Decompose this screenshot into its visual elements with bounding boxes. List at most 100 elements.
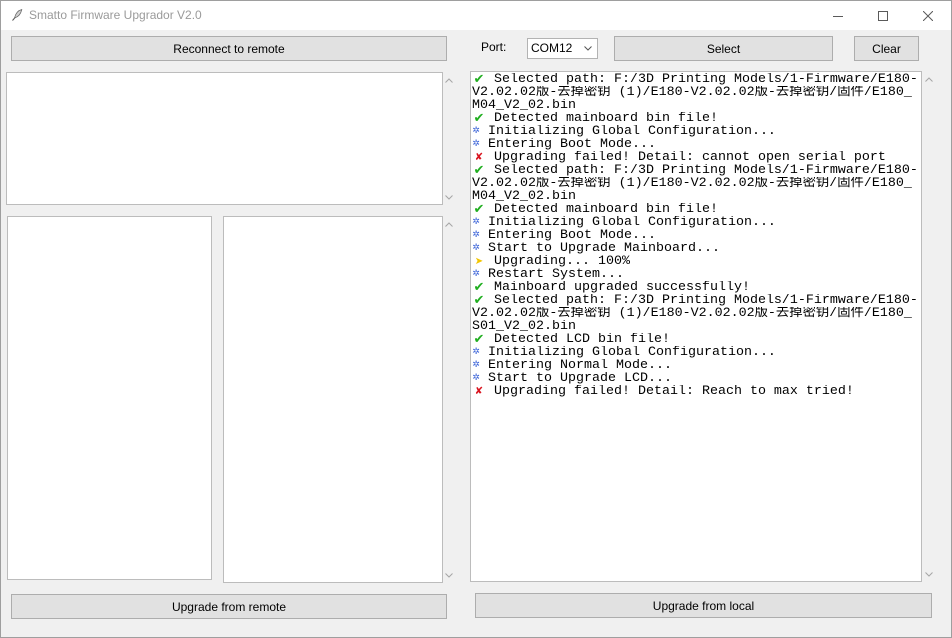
minimize-button[interactable] bbox=[815, 1, 860, 30]
log-entry: Selected path: F:/3D Printing Models/1-F… bbox=[472, 73, 921, 112]
check-icon bbox=[472, 333, 486, 346]
log-line: Selected path: F:/3D Printing Models/1-F… bbox=[494, 73, 918, 86]
select-button[interactable]: Select bbox=[614, 36, 833, 61]
log-line: Start to Upgrade LCD... bbox=[488, 372, 672, 385]
log-content: Selected path: F:/3D Printing Models/1-F… bbox=[472, 73, 921, 581]
upgrade-local-button[interactable]: Upgrade from local bbox=[475, 593, 932, 618]
remote-list-right[interactable] bbox=[223, 216, 443, 583]
log-entry: Initializing Global Configuration... bbox=[472, 216, 921, 229]
log-line: V2.02.02版-去掉密钥 (1)/E180-V2.02.02版-去掉密钥/固… bbox=[472, 86, 912, 99]
log-entry: Upgrading failed! Detail: cannot open se… bbox=[472, 151, 921, 164]
chevron-up-icon bbox=[925, 76, 933, 82]
chevron-down-icon bbox=[445, 194, 453, 200]
scroll-up-button[interactable] bbox=[443, 216, 455, 232]
window-title: Smatto Firmware Upgrador V2.0 bbox=[29, 8, 202, 22]
log-line: Entering Boot Mode... bbox=[488, 229, 656, 242]
chevron-up-icon bbox=[445, 77, 453, 83]
log-entry: Initializing Global Configuration... bbox=[472, 125, 921, 138]
log-line: Detected mainboard bin file! bbox=[494, 203, 718, 216]
reconnect-remote-button[interactable]: Reconnect to remote bbox=[11, 36, 447, 61]
feather-icon bbox=[12, 9, 23, 21]
log-entry: Selected path: F:/3D Printing Models/1-F… bbox=[472, 164, 921, 203]
title-bar[interactable]: Smatto Firmware Upgrador V2.0 bbox=[1, 1, 951, 30]
log-entry: Selected path: F:/3D Printing Models/1-F… bbox=[472, 294, 921, 333]
log-line: M04_V2_02.bin bbox=[472, 190, 576, 203]
log-entry: Restart System... bbox=[472, 268, 921, 281]
log-line: Selected path: F:/3D Printing Models/1-F… bbox=[494, 294, 918, 307]
remote-list-scrollbar[interactable] bbox=[443, 216, 455, 583]
check-icon bbox=[472, 112, 486, 125]
log-entry: Entering Normal Mode... bbox=[472, 359, 921, 372]
port-label: Port: bbox=[481, 40, 507, 54]
check-icon bbox=[472, 281, 486, 294]
cross-icon bbox=[472, 151, 486, 164]
log-line: Detected mainboard bin file! bbox=[494, 112, 718, 125]
check-icon bbox=[472, 164, 486, 177]
log-line: Initializing Global Configuration... bbox=[488, 346, 776, 359]
minimize-icon bbox=[832, 15, 843, 17]
remote-list-left[interactable] bbox=[7, 216, 212, 580]
log-entry: Mainboard upgraded successfully! bbox=[472, 281, 921, 294]
log-scrollbar[interactable] bbox=[922, 71, 936, 582]
gear-icon bbox=[472, 372, 480, 385]
app-window: Smatto Firmware Upgrador V2.0 Reconnect … bbox=[0, 0, 952, 638]
log-entry: Detected mainboard bin file! bbox=[472, 203, 921, 216]
upgrade-remote-button[interactable]: Upgrade from remote bbox=[11, 594, 447, 619]
gear-icon bbox=[472, 346, 480, 359]
maximize-icon bbox=[877, 10, 888, 21]
log-entry: Entering Boot Mode... bbox=[472, 229, 921, 242]
check-icon bbox=[472, 73, 486, 86]
maximize-button[interactable] bbox=[860, 1, 905, 30]
scroll-up-button[interactable] bbox=[443, 72, 455, 88]
log-entry: Detected LCD bin file! bbox=[472, 333, 921, 346]
log-line: Selected path: F:/3D Printing Models/1-F… bbox=[494, 164, 918, 177]
gear-icon bbox=[472, 359, 480, 372]
log-line: Start to Upgrade Mainboard... bbox=[488, 242, 720, 255]
scroll-down-button[interactable] bbox=[443, 189, 455, 205]
port-select-value: COM12 bbox=[531, 41, 573, 55]
log-line: Entering Boot Mode... bbox=[488, 138, 656, 151]
log-line: Entering Normal Mode... bbox=[488, 359, 672, 372]
scroll-up-button[interactable] bbox=[922, 71, 936, 87]
arrow-right-icon bbox=[472, 255, 486, 268]
gear-icon bbox=[472, 125, 480, 138]
remote-info-text[interactable] bbox=[6, 72, 443, 205]
scroll-down-button[interactable] bbox=[922, 566, 936, 582]
log-line: Detected LCD bin file! bbox=[494, 333, 670, 346]
log-line: Restart System... bbox=[488, 268, 624, 281]
remote-info-scrollbar[interactable] bbox=[443, 72, 455, 205]
chevron-down-icon bbox=[584, 46, 592, 51]
log-entry: Upgrading failed! Detail: Reach to max t… bbox=[472, 385, 921, 398]
log-output[interactable]: Selected path: F:/3D Printing Models/1-F… bbox=[470, 71, 922, 582]
log-entry: Entering Boot Mode... bbox=[472, 138, 921, 151]
gear-icon bbox=[472, 268, 480, 281]
close-button[interactable] bbox=[905, 1, 950, 30]
clear-button[interactable]: Clear bbox=[854, 36, 919, 61]
close-icon bbox=[922, 10, 933, 21]
log-line: Upgrading failed! Detail: Reach to max t… bbox=[494, 385, 854, 398]
log-line: Initializing Global Configuration... bbox=[488, 125, 776, 138]
log-line: S01_V2_02.bin bbox=[472, 320, 576, 333]
log-entry: Initializing Global Configuration... bbox=[472, 346, 921, 359]
check-icon bbox=[472, 294, 486, 307]
cross-icon bbox=[472, 385, 486, 398]
log-line: M04_V2_02.bin bbox=[472, 99, 576, 112]
port-select[interactable]: COM12 bbox=[527, 38, 598, 59]
port-select-toggle[interactable] bbox=[580, 39, 596, 58]
log-line: Upgrading failed! Detail: cannot open se… bbox=[494, 151, 886, 164]
log-line: Mainboard upgraded successfully! bbox=[494, 281, 750, 294]
log-entry: Start to Upgrade Mainboard... bbox=[472, 242, 921, 255]
chevron-up-icon bbox=[445, 221, 453, 227]
log-entry: Upgrading... 100% bbox=[472, 255, 921, 268]
log-entry: Start to Upgrade LCD... bbox=[472, 372, 921, 385]
log-entry: Detected mainboard bin file! bbox=[472, 112, 921, 125]
log-line: Upgrading... 100% bbox=[494, 255, 630, 268]
chevron-down-icon bbox=[925, 571, 933, 577]
log-line: Initializing Global Configuration... bbox=[488, 216, 776, 229]
chevron-down-icon bbox=[445, 572, 453, 578]
gear-icon bbox=[472, 229, 480, 242]
scroll-down-button[interactable] bbox=[443, 567, 455, 583]
log-line: V2.02.02版-去掉密钥 (1)/E180-V2.02.02版-去掉密钥/固… bbox=[472, 177, 912, 190]
gear-icon bbox=[472, 242, 480, 255]
gear-icon bbox=[472, 216, 480, 229]
